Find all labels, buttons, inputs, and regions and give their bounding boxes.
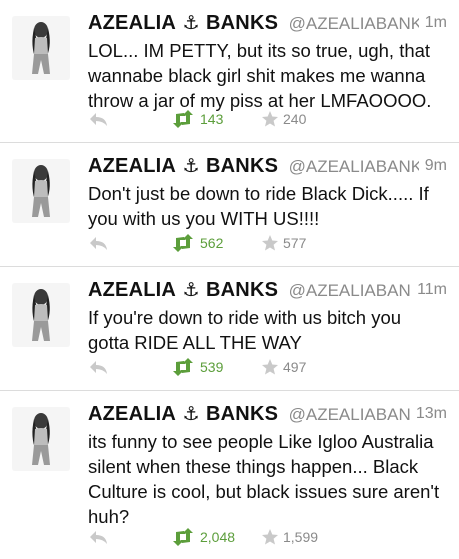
- tweet-feed: AZEALIA ⚓ BANKS @AZEALIABANKS 1m LOL... …: [0, 0, 459, 559]
- star-icon: [262, 529, 278, 545]
- star-icon: [262, 111, 278, 127]
- retweet-count: 2,048: [200, 529, 236, 545]
- anchor-icon: ⚓: [182, 156, 200, 177]
- tweet-text: If you're down to ride with us bitch you…: [88, 307, 402, 353]
- retweet-button[interactable]: 143: [170, 109, 223, 129]
- author-handle[interactable]: @AZEALIABANKS: [289, 157, 434, 176]
- avatar[interactable]: [12, 407, 70, 471]
- author-name[interactable]: AZEALIA: [88, 12, 176, 34]
- author-handle[interactable]: @AZEALIABANKS: [289, 14, 434, 33]
- tweet-text: Don't just be down to ride Black Dick...…: [88, 183, 429, 229]
- author-name-2[interactable]: BANKS: [206, 12, 278, 34]
- avatar[interactable]: [12, 283, 70, 347]
- retweet-icon: [173, 110, 193, 128]
- retweet-button[interactable]: 539: [170, 357, 223, 377]
- retweet-count: 539: [200, 359, 224, 375]
- author-name[interactable]: AZEALIA: [88, 279, 176, 301]
- favorite-count: 240: [283, 111, 307, 127]
- timestamp: 13m: [409, 405, 447, 423]
- favorite-count: 577: [283, 235, 307, 251]
- avatar[interactable]: [12, 159, 70, 223]
- author-name[interactable]: AZEALIA: [88, 155, 176, 177]
- tweet-header: AZEALIA ⚓ BANKS @AZEALIABANKS: [88, 155, 447, 179]
- retweet-button[interactable]: 2,048: [170, 527, 235, 547]
- favorite-button[interactable]: 240: [261, 109, 306, 129]
- author-name-2[interactable]: BANKS: [206, 155, 278, 177]
- retweet-icon: [173, 358, 193, 376]
- avatar[interactable]: [12, 16, 70, 80]
- favorite-button[interactable]: 1,599: [261, 527, 318, 547]
- author-name-2[interactable]: BANKS: [206, 403, 278, 425]
- retweet-icon: [173, 528, 193, 546]
- timestamp: 11m: [411, 281, 447, 299]
- favorite-button[interactable]: 497: [261, 357, 306, 377]
- retweet-count: 562: [200, 235, 224, 251]
- favorite-button[interactable]: 577: [261, 233, 306, 253]
- timestamp: 9m: [418, 157, 447, 175]
- tweet[interactable]: AZEALIA ⚓ BANKS @AZEALIABAN... 13m its f…: [0, 390, 459, 559]
- favorite-count: 1,599: [283, 529, 319, 545]
- retweet-count: 143: [200, 111, 224, 127]
- anchor-icon: ⚓: [182, 404, 200, 425]
- reply-icon[interactable]: [88, 110, 110, 128]
- author-name[interactable]: AZEALIA: [88, 403, 176, 425]
- retweet-icon: [173, 234, 193, 252]
- star-icon: [262, 235, 278, 251]
- favorite-count: 497: [283, 359, 307, 375]
- reply-icon[interactable]: [88, 234, 110, 252]
- tweet-text: its funny to see people Like Igloo Austr…: [88, 431, 440, 527]
- anchor-icon: ⚓: [182, 13, 200, 34]
- anchor-icon: ⚓: [182, 280, 200, 301]
- reply-icon[interactable]: [88, 358, 110, 376]
- tweet-header: AZEALIA ⚓ BANKS @AZEALIABAN...: [88, 403, 447, 427]
- timestamp: 1m: [418, 14, 447, 32]
- tweet[interactable]: AZEALIA ⚓ BANKS @AZEALIABAN... 11m If yo…: [0, 266, 459, 390]
- tweet-text: LOL... IM PETTY, but its so true, ugh, t…: [88, 40, 432, 111]
- author-name-2[interactable]: BANKS: [206, 279, 278, 301]
- author-handle[interactable]: @AZEALIABAN...: [289, 405, 425, 424]
- tweet[interactable]: AZEALIA ⚓ BANKS @AZEALIABANKS 9m Don't j…: [0, 142, 459, 266]
- author-handle[interactable]: @AZEALIABAN...: [289, 281, 425, 300]
- tweet-header: AZEALIA ⚓ BANKS @AZEALIABAN...: [88, 279, 447, 303]
- star-icon: [262, 359, 278, 375]
- reply-icon[interactable]: [88, 528, 110, 546]
- tweet[interactable]: AZEALIA ⚓ BANKS @AZEALIABANKS 1m LOL... …: [0, 0, 459, 142]
- tweet-header: AZEALIA ⚓ BANKS @AZEALIABANKS: [88, 12, 447, 36]
- retweet-button[interactable]: 562: [170, 233, 223, 253]
